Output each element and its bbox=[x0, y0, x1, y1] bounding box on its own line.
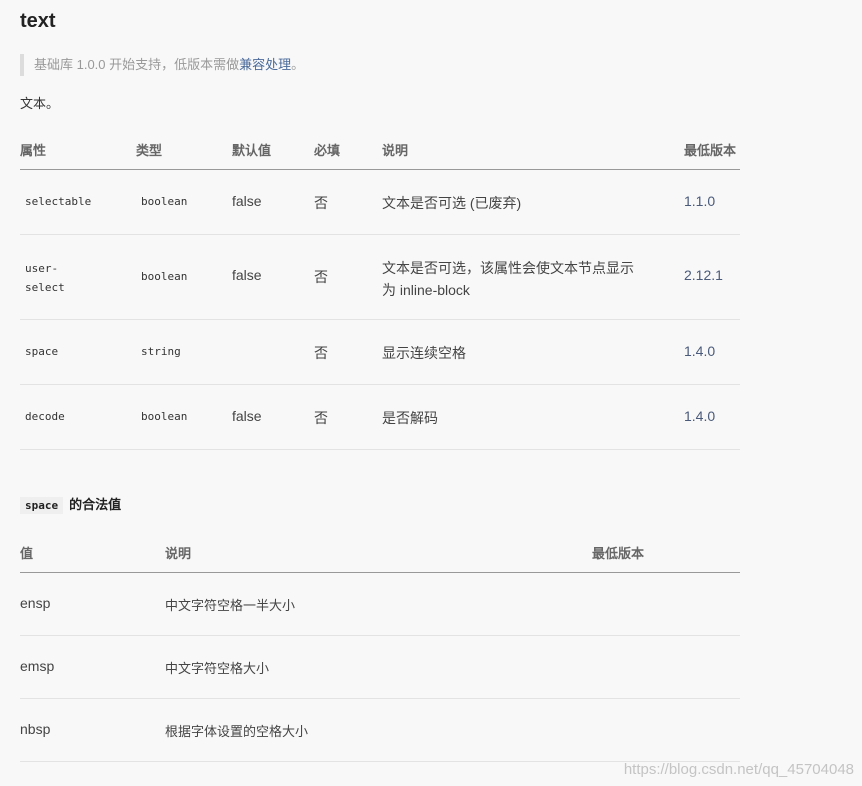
header-attr: 属性 bbox=[20, 143, 47, 158]
support-note: 基础库 1.0.0 开始支持，低版本需做兼容处理。 bbox=[20, 54, 304, 76]
table-row: user-select boolean false 否 文本是否可选，该属性会使… bbox=[20, 235, 740, 320]
table-row: emsp 中文字符空格大小 bbox=[20, 636, 740, 699]
attr-required: 否 bbox=[314, 345, 328, 361]
space-table-header: 值 说明 最低版本 bbox=[20, 543, 740, 573]
space-desc: 根据字体设置的空格大小 bbox=[165, 724, 309, 739]
table-row: selectable boolean false 否 文本是否可选 (已废弃) … bbox=[20, 170, 740, 235]
attr-name: selectable bbox=[25, 195, 92, 208]
space-value: emsp bbox=[20, 658, 55, 674]
space-value: nbsp bbox=[20, 721, 51, 737]
header-type: 类型 bbox=[136, 143, 163, 158]
header-value: 值 bbox=[20, 546, 34, 561]
compat-link[interactable]: 兼容处理 bbox=[239, 57, 291, 72]
attr-required: 否 bbox=[314, 195, 328, 211]
attr-required: 否 bbox=[314, 269, 328, 285]
support-note-suffix: 。 bbox=[291, 57, 305, 72]
attr-type: boolean bbox=[141, 195, 188, 208]
table-row: nbsp 根据字体设置的空格大小 bbox=[20, 699, 740, 762]
page-title: text bbox=[20, 10, 56, 32]
attr-type: boolean bbox=[141, 270, 188, 283]
space-code: space bbox=[20, 497, 64, 514]
watermark: https://blog.csdn.net/qq_45704048 bbox=[623, 761, 854, 778]
attr-name: user-select bbox=[25, 262, 65, 294]
attr-name: space bbox=[25, 345, 59, 358]
header-required: 必填 bbox=[314, 143, 341, 158]
header-version: 最低版本 bbox=[592, 546, 645, 561]
attr-version: 2.12.1 bbox=[684, 267, 723, 283]
attr-name: decode bbox=[25, 410, 65, 423]
space-values-heading: space 的合法值 bbox=[20, 494, 122, 514]
attr-version: 1.1.0 bbox=[684, 193, 716, 209]
header-desc: 说明 bbox=[165, 546, 192, 561]
component-description: 文本。 bbox=[20, 96, 60, 111]
header-desc: 说明 bbox=[382, 143, 409, 158]
attr-desc: 文本是否可选，该属性会使文本节点显示为 inline-block bbox=[382, 260, 634, 298]
attr-desc: 显示连续空格 bbox=[382, 345, 466, 361]
table-row: ensp 中文字符空格一半大小 bbox=[20, 573, 740, 636]
support-note-text: 基础库 1.0.0 开始支持，低版本需做 bbox=[34, 57, 240, 72]
header-default: 默认值 bbox=[232, 143, 272, 158]
attr-default: false bbox=[232, 267, 262, 283]
table-row: space string 否 显示连续空格 1.4.0 bbox=[20, 320, 740, 385]
space-value: ensp bbox=[20, 595, 51, 611]
attr-default: false bbox=[232, 408, 262, 424]
attr-required: 否 bbox=[314, 410, 328, 426]
attr-desc: 文本是否可选 (已废弃) bbox=[382, 195, 522, 211]
attr-table-header: 属性 类型 默认值 必填 说明 最低版本 bbox=[20, 140, 740, 170]
space-desc: 中文字符空格大小 bbox=[165, 661, 270, 676]
table-row: decode boolean false 否 是否解码 1.4.0 bbox=[20, 385, 740, 450]
attr-default: false bbox=[232, 193, 262, 209]
header-version: 最低版本 bbox=[684, 143, 737, 158]
attr-type: string bbox=[141, 345, 181, 358]
attr-desc: 是否解码 bbox=[382, 410, 438, 426]
attr-version: 1.4.0 bbox=[684, 408, 716, 424]
attr-type: boolean bbox=[141, 410, 188, 423]
space-desc: 中文字符空格一半大小 bbox=[165, 598, 296, 613]
attr-version: 1.4.0 bbox=[684, 343, 716, 359]
space-values-heading-text: 的合法值 bbox=[69, 497, 122, 512]
